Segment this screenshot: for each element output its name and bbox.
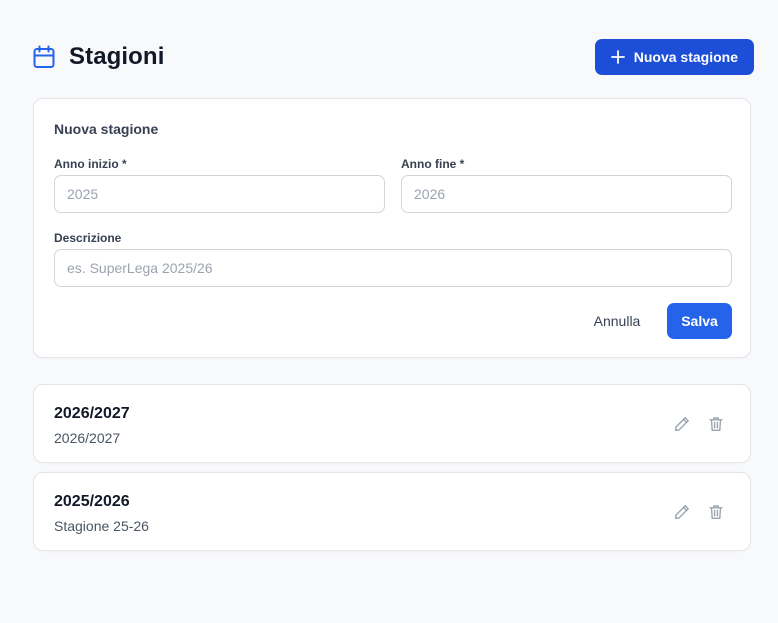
start-year-label: Anno inizio * xyxy=(54,157,127,171)
form-title: Nuova stagione xyxy=(54,121,159,137)
new-season-button[interactable]: Nuova stagione xyxy=(594,39,754,75)
description-label: Descrizione xyxy=(54,231,122,245)
season-card: 2026/2027 2026/2027 xyxy=(33,384,751,463)
pencil-icon xyxy=(674,504,690,520)
save-button[interactable]: Salva xyxy=(667,303,732,339)
plus-icon xyxy=(610,50,625,64)
trash-icon xyxy=(708,504,724,520)
edit-season-button[interactable] xyxy=(672,414,692,434)
delete-season-button[interactable] xyxy=(706,502,726,522)
cancel-button[interactable]: Annulla xyxy=(589,303,645,339)
season-description: 2026/2027 xyxy=(54,430,121,446)
delete-season-button[interactable] xyxy=(706,414,726,434)
season-name: 2025/2026 xyxy=(54,493,130,510)
season-name: 2026/2027 xyxy=(54,405,130,422)
new-season-form: Nuova stagione Anno inizio * Anno fine *… xyxy=(33,98,751,358)
page-title: Stagioni xyxy=(69,43,165,70)
trash-icon xyxy=(708,416,724,432)
end-year-label: Anno fine * xyxy=(401,157,465,171)
new-season-button-label: Nuova stagione xyxy=(633,49,738,65)
edit-season-button[interactable] xyxy=(672,502,692,522)
calendar-icon xyxy=(33,45,55,69)
description-input[interactable] xyxy=(54,249,732,287)
season-description: Stagione 25-26 xyxy=(54,518,149,534)
seasons-page: Stagioni Nuova stagione Nuova stagione A… xyxy=(0,0,778,623)
start-year-input[interactable] xyxy=(54,175,385,213)
page-header: Stagioni Nuova stagione xyxy=(33,38,754,76)
pencil-icon xyxy=(674,416,690,432)
end-year-input[interactable] xyxy=(401,175,732,213)
season-card: 2025/2026 Stagione 25-26 xyxy=(33,472,751,551)
title-group: Stagioni xyxy=(33,43,164,71)
